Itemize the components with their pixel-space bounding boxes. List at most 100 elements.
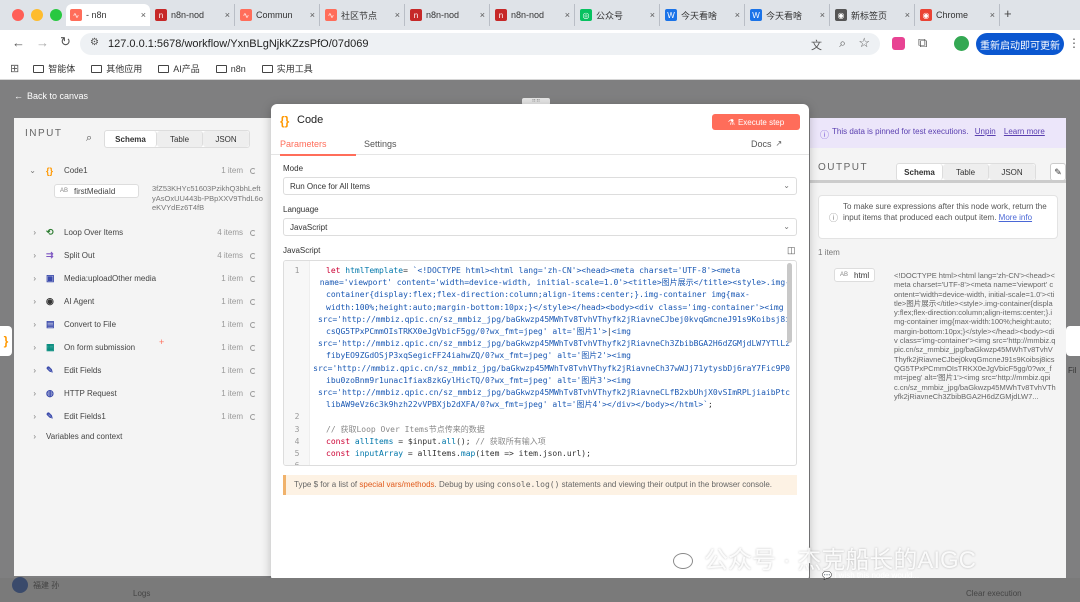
mode-select[interactable]: Run Once for All Items ⌄ [283,177,797,195]
input-node-row[interactable]: ⌄ {} Code1 1 item [14,159,272,182]
input-node-row[interactable]: › ✎ Edit Fields1 1 item [14,405,272,428]
bookmark-folder[interactable]: 智能体 [33,62,75,75]
close-window-button[interactable] [12,9,24,21]
close-tab-icon[interactable]: × [395,10,400,20]
output-scrollbar[interactable] [810,180,1066,183]
next-node-edge[interactable] [1066,326,1080,356]
code-node-edge-icon[interactable]: } [0,326,12,356]
close-tab-icon[interactable]: × [225,10,230,20]
input-node-row[interactable]: › ◉ AI Agent 1 item [14,290,272,313]
more-info-link[interactable]: More info [999,213,1032,222]
browser-tab[interactable]: n n8n-nod × [151,4,235,26]
chevron-right-icon[interactable]: › [14,389,46,398]
forward-arrow-icon[interactable]: → [36,35,49,50]
chevron-right-icon[interactable]: › [14,320,46,329]
plus-icon[interactable]: + [159,337,164,347]
expand-editor-icon[interactable]: ◫ [787,245,796,256]
tab-schema[interactable]: Schema [897,164,943,180]
browser-tab[interactable]: W 今天看啥 × [746,4,830,26]
chevron-right-icon[interactable]: › [14,366,46,375]
chevron-down-icon[interactable]: ⌄ [14,166,46,175]
variables-context-row[interactable]: › Variables and context [14,432,272,441]
browser-tab[interactable]: ◎ 公众号 × [576,4,660,26]
close-tab-icon[interactable]: × [141,10,146,20]
tab-schema[interactable]: Schema [105,131,157,147]
chevron-right-icon[interactable]: › [14,297,46,306]
close-tab-icon[interactable]: × [820,10,825,20]
close-tab-icon[interactable]: × [480,10,485,20]
close-tab-icon[interactable]: × [565,10,570,20]
output-field-pill[interactable]: AB html [834,268,876,282]
profile-avatar[interactable] [954,36,969,51]
tab-json[interactable]: JSON [203,131,249,147]
field-pill[interactable]: AB firstMediaId [54,184,139,198]
close-tab-icon[interactable]: × [650,10,655,20]
bookmark-star-icon[interactable]: ☆ [858,35,870,51]
browser-tab[interactable]: ◉ Chrome × [916,4,1000,26]
bookmark-folder[interactable]: AI产品 [158,62,200,75]
special-vars-link[interactable]: special vars/methods [359,480,434,489]
input-node-row[interactable]: › ▦ On form submission 1 item [14,336,272,359]
close-tab-icon[interactable]: × [905,10,910,20]
new-tab-button[interactable]: + [1004,6,1012,21]
browser-tab[interactable]: n n8n-nod × [406,4,490,26]
language-select[interactable]: JavaScript ⌄ [283,218,797,236]
bookmark-folder[interactable]: 其他应用 [91,62,142,75]
input-node-row[interactable]: › ⇉ Split Out 4 items [14,244,272,267]
input-node-row[interactable]: › ⟲ Loop Over Items 4 items [14,221,272,244]
edit-output-pencil-icon[interactable]: ✎ [1050,163,1066,181]
tab-json[interactable]: JSON [989,164,1035,180]
logs-toggle[interactable]: Logs [133,589,150,598]
browser-tab[interactable]: ∿ Commun × [236,4,320,26]
apps-grid-icon[interactable]: ⊞ [10,62,19,75]
tab-table[interactable]: Table [943,164,989,180]
back-to-canvas-link[interactable]: ← Back to canvas [14,91,88,101]
chevron-right-icon[interactable]: › [14,432,46,441]
translate-icon[interactable]: 文 [811,37,822,53]
chevron-right-icon[interactable]: › [14,412,46,421]
input-node-row[interactable]: › ▤ Convert to File 1 item [14,313,272,336]
zoom-icon[interactable]: ⌕ [839,36,846,51]
bookmark-folder[interactable]: n8n [215,62,246,75]
back-arrow-icon[interactable]: ← [12,35,25,50]
unpin-link[interactable]: Unpin [975,127,996,136]
close-tab-icon[interactable]: × [735,10,740,20]
url-input[interactable]: ⚙ 127.0.0.1:5678/workflow/YxnBLgNjkKZzsP… [80,33,880,55]
browser-tab[interactable]: ∿ - n8n × [66,4,150,26]
extension-icon[interactable] [892,37,905,50]
reload-icon[interactable]: ↻ [60,34,71,50]
clear-execution-button[interactable]: Clear execution [966,589,1022,598]
maximize-window-button[interactable] [50,9,62,21]
editor-scrollbar[interactable] [787,263,792,343]
input-node-row[interactable]: › ◍ HTTP Request 1 item [14,382,272,405]
browser-tab[interactable]: n n8n-nod × [491,4,575,26]
learn-more-link[interactable]: Learn more [1004,127,1045,136]
search-icon[interactable]: ⌕ [86,132,92,145]
chevron-right-icon[interactable]: › [14,343,46,352]
chevron-right-icon[interactable]: › [14,274,46,283]
close-tab-icon[interactable]: × [990,10,995,20]
minimize-window-button[interactable] [31,9,43,21]
node-title[interactable]: Code [297,114,323,126]
chevron-right-icon[interactable]: › [14,228,46,237]
browser-tab[interactable]: ◉ 新标签页 × [831,4,915,26]
code-editor[interactable]: 1 let htmlTemplate= `<!DOCTYPE html><html… [283,260,797,466]
relaunch-update-button[interactable]: 重新启动即可更新 [976,33,1064,55]
browser-tab[interactable]: ∿ 社区节点 × [321,4,405,26]
tab-settings[interactable]: Settings [364,139,397,149]
execute-step-button[interactable]: ⚗ Execute step [712,114,800,130]
tab-table[interactable]: Table [157,131,203,147]
extensions-puzzle-icon[interactable]: ⧉ [918,35,927,51]
input-node-row[interactable]: › ▣ Media:uploadOther media 1 item [14,267,272,290]
docs-link[interactable]: Docs ↗ [751,139,782,149]
bookmark-folder[interactable]: 实用工具 [261,62,313,75]
tab-parameters[interactable]: Parameters [280,139,356,156]
close-tab-icon[interactable]: × [310,10,315,20]
site-info-icon[interactable]: ⚙ [90,37,99,48]
tab-favicon-icon: ◎ [580,9,592,21]
more-menu-icon[interactable]: ⋮ [1068,36,1080,50]
chevron-right-icon[interactable]: › [14,251,46,260]
avatar[interactable] [12,577,28,593]
browser-tab[interactable]: W 今天看啥 × [661,4,745,26]
input-node-row[interactable]: › ✎ Edit Fields 1 item [14,359,272,382]
